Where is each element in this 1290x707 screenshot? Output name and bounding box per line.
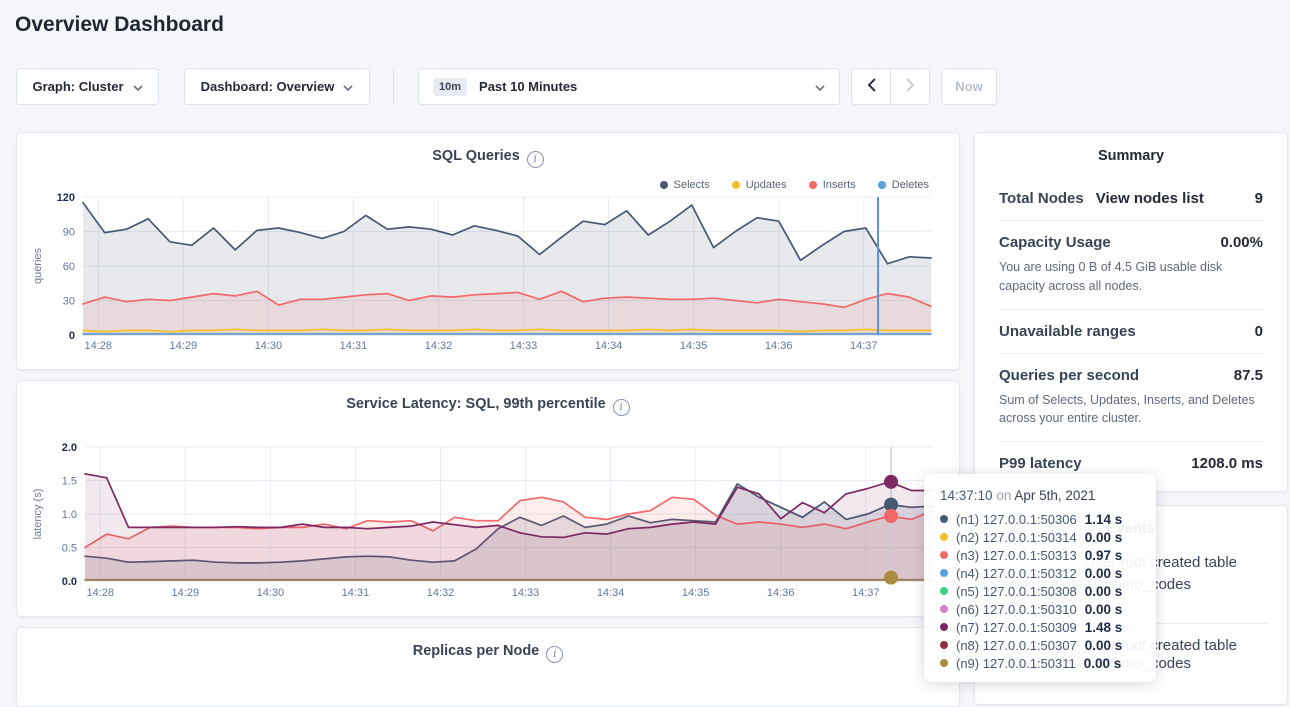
summary-label: P99 latency xyxy=(999,455,1082,472)
svg-text:90: 90 xyxy=(63,227,75,239)
svg-text:0: 0 xyxy=(69,330,75,342)
svg-text:14:28: 14:28 xyxy=(86,587,114,599)
svg-text:14:36: 14:36 xyxy=(765,340,793,352)
time-prev-button[interactable] xyxy=(851,68,891,105)
svg-text:0.0: 0.0 xyxy=(62,576,77,588)
summary-value: 0.00% xyxy=(1220,234,1263,251)
tooltip-row: (n8) 127.0.0.1:503070.00 s xyxy=(938,636,1142,654)
chevron-down-icon xyxy=(343,79,353,94)
summary-label: Capacity Usage xyxy=(999,234,1111,251)
summary-value: 9 xyxy=(1255,190,1263,207)
chevron-left-icon xyxy=(867,78,876,95)
time-range-badge: 10m xyxy=(433,78,467,96)
svg-text:14:37: 14:37 xyxy=(852,587,880,599)
graph-dropdown[interactable]: Graph: Cluster xyxy=(16,68,159,105)
series-dot-icon xyxy=(940,533,948,541)
series-dot-icon xyxy=(940,641,948,649)
tooltip-row: (n4) 127.0.0.1:503120.00 s xyxy=(938,564,1142,582)
svg-text:14:29: 14:29 xyxy=(170,340,198,352)
series-dot-icon xyxy=(940,623,948,631)
chevron-down-icon xyxy=(815,79,825,94)
svg-text:14:34: 14:34 xyxy=(597,587,625,599)
tooltip-row: (n2) 127.0.0.1:503140.00 s xyxy=(938,528,1142,546)
tooltip-row: (n5) 127.0.0.1:503080.00 s xyxy=(938,582,1142,600)
graph-dropdown-label: Graph: Cluster xyxy=(32,79,123,94)
series-dot-icon xyxy=(940,587,948,595)
tooltip-header: 14:37:10 on Apr 5th, 2021 xyxy=(940,488,1142,503)
tooltip-row: (n6) 127.0.0.1:503100.00 s xyxy=(938,600,1142,618)
summary-subtitle: You are using 0 B of 4.5 GiB usable disk… xyxy=(999,258,1263,296)
svg-text:14:30: 14:30 xyxy=(255,340,283,352)
info-icon[interactable]: i xyxy=(546,646,563,663)
tooltip-time: 14:37:10 xyxy=(940,488,993,503)
summary-row-total-nodes: Total Nodes View nodes list 9 xyxy=(999,177,1263,221)
tooltip-row: (n9) 127.0.0.1:503110.00 s xyxy=(938,654,1142,672)
svg-text:14:34: 14:34 xyxy=(595,340,623,352)
chart-title-text: Replicas per Node xyxy=(413,643,540,659)
svg-text:1.0: 1.0 xyxy=(62,509,77,521)
svg-text:14:37: 14:37 xyxy=(850,340,878,352)
svg-text:1.5: 1.5 xyxy=(62,476,77,488)
svg-text:120: 120 xyxy=(57,192,75,204)
now-button[interactable]: Now xyxy=(941,68,997,105)
dashboard-dropdown[interactable]: Dashboard: Overview xyxy=(184,68,370,105)
chevron-down-icon xyxy=(133,79,143,94)
tooltip-row: (n7) 127.0.0.1:503091.48 s xyxy=(938,618,1142,636)
summary-value: 1208.0 ms xyxy=(1191,455,1263,472)
svg-text:14:28: 14:28 xyxy=(84,340,112,352)
svg-text:14:32: 14:32 xyxy=(427,587,455,599)
time-range-label: Past 10 Minutes xyxy=(479,79,577,94)
summary-heading: Summary xyxy=(975,148,1287,164)
series-dot-icon xyxy=(940,659,948,667)
svg-text:14:32: 14:32 xyxy=(425,340,453,352)
svg-text:14:31: 14:31 xyxy=(340,340,368,352)
svg-text:14:36: 14:36 xyxy=(767,587,795,599)
svg-text:14:31: 14:31 xyxy=(342,587,370,599)
tooltip-row: (n3) 127.0.0.1:503130.97 s xyxy=(938,546,1142,564)
summary-value: 87.5 xyxy=(1234,367,1263,384)
svg-text:14:33: 14:33 xyxy=(510,340,538,352)
page-title: Overview Dashboard xyxy=(15,13,224,37)
svg-text:0.5: 0.5 xyxy=(62,543,77,555)
summary-label: Queries per second xyxy=(999,367,1139,384)
chart-hover-tooltip: 14:37:10 on Apr 5th, 2021 (n1) 127.0.0.1… xyxy=(924,474,1156,682)
chart-title: Replicas per Node i xyxy=(17,643,959,663)
chevron-right-icon xyxy=(906,78,915,95)
svg-text:14:35: 14:35 xyxy=(680,340,708,352)
svg-text:60: 60 xyxy=(63,261,75,273)
service-latency-plot[interactable]: 14:28 14:29 14:30 14:31 14:32 14:33 14:34 14:35… xyxy=(17,381,961,618)
series-dot-icon xyxy=(940,515,948,523)
svg-text:30: 30 xyxy=(63,296,75,308)
summary-label: Unavailable ranges xyxy=(999,323,1136,340)
svg-text:14:33: 14:33 xyxy=(512,587,540,599)
dashboard-dropdown-label: Dashboard: Overview xyxy=(201,79,335,94)
tooltip-date: Apr 5th, 2021 xyxy=(1014,488,1095,503)
time-range-dropdown[interactable]: 10m Past 10 Minutes xyxy=(418,68,840,105)
series-dot-icon xyxy=(940,569,948,577)
summary-subtitle: Sum of Selects, Updates, Inserts, and De… xyxy=(999,391,1263,429)
series-dot-icon xyxy=(940,551,948,559)
summary-row-unavailable-ranges: Unavailable ranges 0 xyxy=(999,310,1263,354)
sql-queries-card: SQL Queriesi Selects Updates Inserts Del… xyxy=(16,132,960,370)
replicas-per-node-card: Replicas per Node i xyxy=(16,627,960,707)
summary-value: 0 xyxy=(1255,323,1263,340)
tooltip-separator: on xyxy=(993,488,1015,503)
series-dot-icon xyxy=(940,605,948,613)
svg-text:2.0: 2.0 xyxy=(62,442,77,454)
summary-row-queries-per-second: Queries per second 87.5 Sum of Selects, … xyxy=(999,354,1263,443)
svg-text:14:30: 14:30 xyxy=(257,587,285,599)
summary-panel: Summary Total Nodes View nodes list 9 Ca… xyxy=(974,132,1288,492)
svg-text:14:35: 14:35 xyxy=(682,587,710,599)
sql-queries-plot[interactable]: 14:28 14:29 14:30 14:31 14:32 14:33 14:34 14:35… xyxy=(17,133,961,371)
svg-text:14:29: 14:29 xyxy=(172,587,200,599)
view-nodes-list-link[interactable]: View nodes list xyxy=(1096,190,1204,207)
summary-label: Total Nodes xyxy=(999,190,1084,207)
tooltip-row: (n1) 127.0.0.1:503061.14 s xyxy=(938,510,1142,528)
service-latency-card: Service Latency: SQL, 99th percentilei l… xyxy=(16,380,960,617)
summary-row-capacity-usage: Capacity Usage 0.00% You are using 0 B o… xyxy=(999,221,1263,310)
time-next-button[interactable] xyxy=(890,68,930,105)
controls-divider xyxy=(393,69,394,105)
